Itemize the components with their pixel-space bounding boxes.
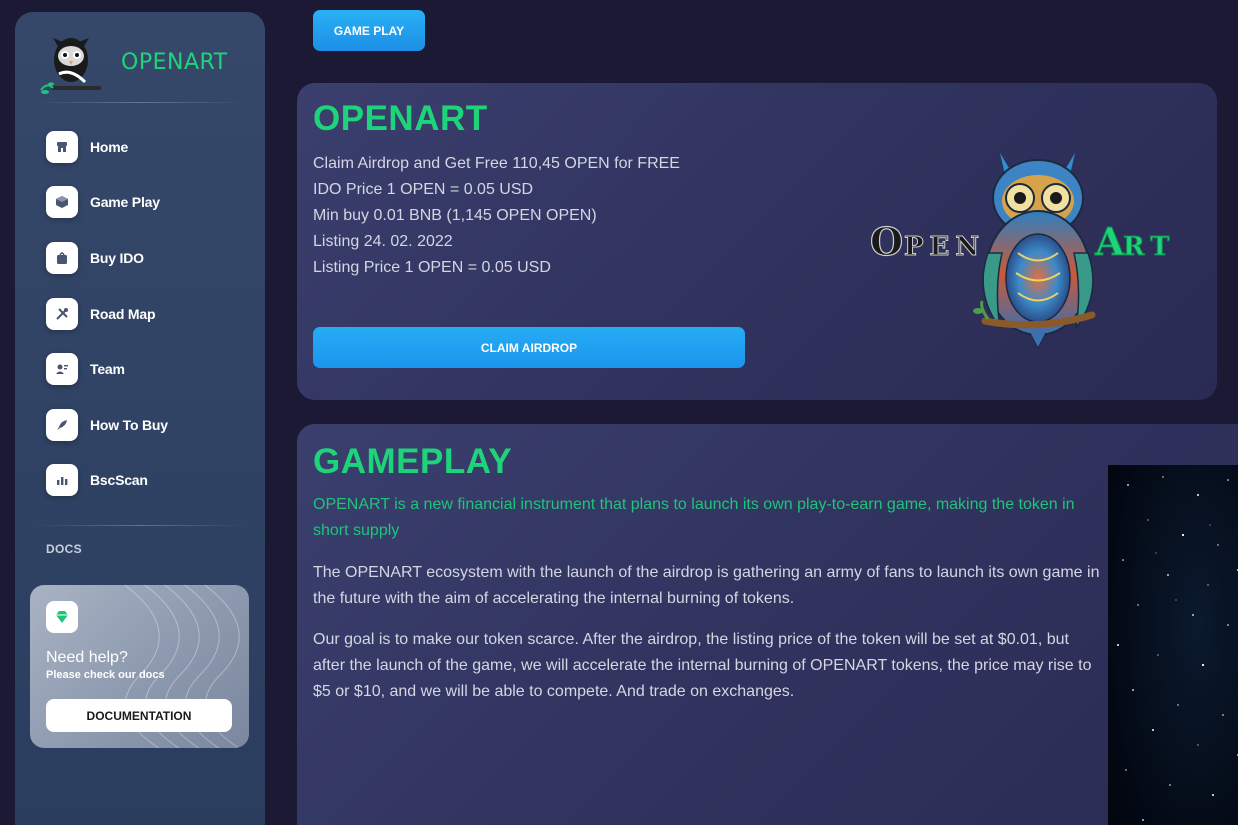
tools-icon [46,297,78,330]
sidebar-item-home[interactable]: Home [46,119,256,175]
svg-text:PEN: PEN [904,232,985,262]
cube-icon [46,186,78,219]
claim-airdrop-button[interactable]: CLAIM AIRDROP [313,327,745,368]
starfield-image [1108,465,1238,825]
info-line: Listing 24. 02. 2022 [313,233,453,250]
help-title: Need help? [46,649,128,666]
sidebar-item-road-map[interactable]: Road Map [46,286,256,342]
help-subtitle: Please check our docs [46,669,165,681]
chart-icon [46,464,78,497]
diamond-icon [46,601,78,633]
gameplay-paragraph-1: The OPENART ecosystem with the launch of… [313,564,1100,607]
sidebar-item-label: Game Play [90,194,160,211]
info-line: IDO Price 1 OPEN = 0.05 USD [313,181,534,198]
token-info: Claim Airdrop and Get Free 110,45 OPEN f… [313,151,680,281]
sidebar-nav: Home Game Play Buy IDO Road Map Team How… [46,119,256,508]
store-icon [46,130,78,163]
nav-divider [35,525,245,526]
user-icon [46,353,78,386]
openart-owl-logo-icon: O PEN A RT [870,153,1176,350]
sidebar-item-label: How To Buy [90,416,168,433]
svg-text:O: O [870,219,903,264]
sidebar-item-label: Buy IDO [90,249,144,266]
brand-name: OPENART [121,50,228,75]
gameplay-title: GAMEPLAY [313,442,513,481]
help-card: Need help? Please check our docs DOCUMEN… [30,585,249,748]
sidebar-item-how-to-buy[interactable]: How To Buy [46,397,256,453]
info-line: Listing Price 1 OPEN = 0.05 USD [313,259,551,276]
owl-logo-icon [40,38,101,94]
sidebar-item-label: Home [90,138,129,155]
gameplay-card: GAMEPLAY OPENART is a new financial inst… [297,424,1238,825]
sidebar-item-team[interactable]: Team [46,341,256,397]
svg-text:A: A [1094,219,1125,264]
docs-heading: DOCS [46,542,82,556]
info-line: Claim Airdrop and Get Free 110,45 OPEN f… [313,155,680,172]
sidebar-item-label: Road Map [90,305,156,322]
documentation-button[interactable]: DOCUMENTATION [46,699,232,732]
openart-title: OPENART [313,99,488,138]
svg-text:RT: RT [1123,232,1176,262]
game-play-button[interactable]: GAME PLAY [313,10,425,51]
sidebar-item-game-play[interactable]: Game Play [46,175,256,231]
gameplay-lead: OPENART is a new financial instrument th… [313,496,1075,539]
info-line: Min buy 0.01 BNB (1,145 OPEN OPEN) [313,207,597,224]
sidebar-item-label: Team [90,361,125,378]
brand[interactable]: OPENART [37,24,247,104]
stars-icon [1117,476,1238,821]
sidebar-item-buy-ido[interactable]: Buy IDO [46,230,256,286]
sidebar-item-bscscan[interactable]: BscScan [46,453,256,509]
brand-divider [35,102,245,103]
sidebar: OPENART Home Game Play Buy IDO Road Map [15,12,265,825]
rocket-icon [46,408,78,441]
bag-icon [46,241,78,274]
gameplay-paragraph-2: Our goal is to make our token scarce. Af… [313,631,1092,700]
openart-card: OPENART Claim Airdrop and Get Free 110,4… [297,83,1217,400]
sidebar-item-label: BscScan [90,472,148,489]
